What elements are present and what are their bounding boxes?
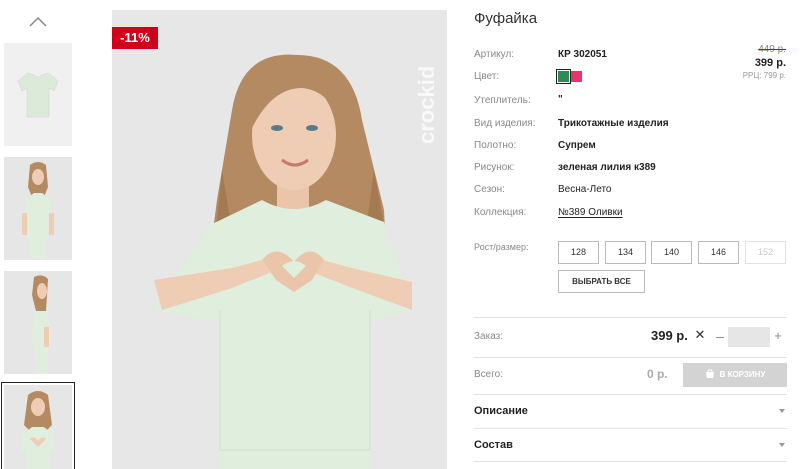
insulation-value: " <box>558 94 563 105</box>
divider <box>474 357 787 358</box>
current-price: 399 р. <box>754 57 786 69</box>
chevron-down-icon[interactable] <box>779 443 785 447</box>
add-to-cart-label: В КОРЗИНУ <box>719 370 766 379</box>
thumbnail-1[interactable] <box>4 43 72 146</box>
watermark-text: crockid <box>414 66 439 144</box>
select-all-sizes-button[interactable]: ВЫБРАТЬ ВСЕ <box>558 270 645 293</box>
fabric-label: Полотно: <box>474 140 517 151</box>
product-title: Фуфайка <box>474 10 538 27</box>
collection-label: Коллекция: <box>474 207 527 218</box>
size-option-140[interactable]: 140 <box>651 241 692 264</box>
total-value: 0 р. <box>647 367 668 381</box>
cart-icon <box>705 369 714 378</box>
order-label: Заказ: <box>474 331 504 342</box>
accordion-description[interactable]: Описание <box>474 405 528 417</box>
order-price: 399 р. <box>651 328 688 343</box>
thumbnail-2[interactable] <box>4 157 72 260</box>
quantity-input[interactable] <box>728 327 770 347</box>
size-label: Рост/размер: <box>474 242 529 252</box>
brand-watermark: crockid <box>414 66 439 144</box>
chevron-down-icon[interactable] <box>779 409 785 413</box>
season-label: Сезон: <box>474 184 505 195</box>
size-option-134[interactable]: 134 <box>605 241 646 264</box>
color-swatch-green[interactable] <box>556 69 571 84</box>
color-swatch-pink[interactable] <box>571 71 582 82</box>
divider <box>474 461 787 462</box>
thumbnail-gallery <box>0 0 80 469</box>
divider <box>474 394 787 395</box>
chevron-up-icon[interactable] <box>28 12 48 32</box>
item-type-label: Вид изделия: <box>474 118 536 129</box>
divider <box>474 317 787 318</box>
total-label: Всего: <box>474 369 503 380</box>
thumbnail-3[interactable] <box>4 271 72 374</box>
quantity-increase-button[interactable]: + <box>771 327 785 345</box>
pattern-value: зеленая лилия к389 <box>558 162 656 173</box>
old-price: 449 р. <box>758 44 786 55</box>
size-option-152: 152 <box>745 241 786 264</box>
collection-link[interactable]: №389 Оливки <box>558 207 623 218</box>
divider <box>474 428 787 429</box>
pattern-label: Рисунок: <box>474 162 515 173</box>
size-option-146[interactable]: 146 <box>698 241 739 264</box>
season-value: Весна-Лето <box>558 184 612 195</box>
item-type-value: Трикотажные изделия <box>558 118 669 129</box>
insulation-label: Утеплитель: <box>474 95 531 106</box>
accordion-composition[interactable]: Состав <box>474 439 513 451</box>
multiply-sign: ✕ <box>694 327 706 342</box>
add-to-cart-button[interactable]: В КОРЗИНУ <box>683 363 787 387</box>
rrp-price: РРЦ: 799 р. <box>742 71 786 80</box>
article-label: Артикул: <box>474 49 515 60</box>
quantity-decrease-button[interactable]: – <box>713 327 727 345</box>
thumbnail-4[interactable] <box>1 382 75 469</box>
size-option-128[interactable]: 128 <box>558 241 599 264</box>
color-label: Цвет: <box>474 71 500 82</box>
article-value: КР 302051 <box>558 49 607 60</box>
fabric-value: Супрем <box>558 140 596 151</box>
discount-badge: -11% <box>112 27 158 49</box>
